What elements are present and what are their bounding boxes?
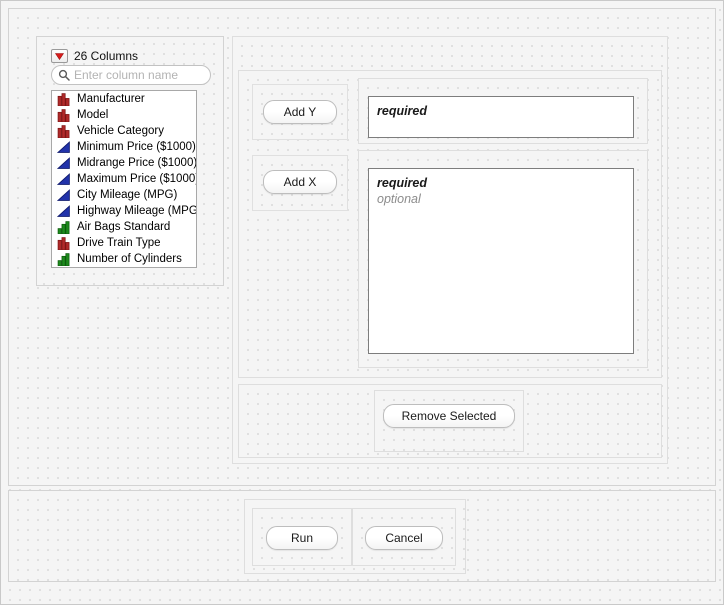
list-item[interactable]: Air Bags Standard	[52, 219, 196, 235]
column-list[interactable]: Manufacturer Model Vehicle Category Minimum…	[51, 90, 197, 268]
continuous-ramp-icon	[57, 156, 71, 170]
column-label: Drive Train Type	[77, 237, 161, 249]
ordinal-bar-icon	[57, 220, 71, 234]
triangle-down-icon[interactable]	[51, 49, 68, 63]
column-label: Number of Cylinders	[77, 253, 182, 265]
column-label: Air Bags Standard	[77, 221, 171, 233]
cancel-button[interactable]: Cancel	[365, 526, 443, 550]
nominal-bar-icon	[57, 92, 71, 106]
continuous-ramp-icon	[57, 172, 71, 186]
nominal-bar-icon	[57, 236, 71, 250]
nominal-bar-icon	[57, 108, 71, 122]
y-dropzone[interactable]: required	[368, 96, 634, 138]
search-input[interactable]	[74, 67, 210, 83]
list-item[interactable]: Number of Cylinders	[52, 251, 196, 267]
dropzone-hint-optional: optional	[377, 192, 421, 206]
list-item[interactable]: Highway Mileage (MPG)	[52, 203, 196, 219]
remove-selected-button[interactable]: Remove Selected	[383, 404, 515, 428]
list-item[interactable]: Manufacturer	[52, 91, 196, 107]
dialog-root: 26 Columns Manufacturer Model Vehicle Cate…	[0, 0, 724, 605]
column-label: Vehicle Category	[77, 125, 164, 137]
list-item[interactable]: Minimum Price ($1000)	[52, 139, 196, 155]
column-search-field[interactable]	[51, 65, 211, 85]
dropzone-hint-required: required	[377, 104, 428, 118]
add-y-button[interactable]: Add Y	[263, 100, 337, 124]
column-label: Midrange Price ($1000)	[77, 157, 197, 169]
continuous-ramp-icon	[57, 188, 71, 202]
run-button[interactable]: Run	[266, 526, 338, 550]
list-item[interactable]: Drive Train Type	[52, 235, 196, 251]
continuous-ramp-icon	[57, 140, 71, 154]
column-label: City Mileage (MPG)	[77, 189, 178, 201]
list-item[interactable]: Model	[52, 107, 196, 123]
column-label: Manufacturer	[77, 93, 145, 105]
list-item[interactable]: Maximum Price ($1000)	[52, 171, 196, 187]
x-dropzone[interactable]: required optional	[368, 168, 634, 354]
column-label: Model	[77, 109, 109, 121]
continuous-ramp-icon	[57, 204, 71, 218]
column-label: Maximum Price ($1000)	[77, 173, 197, 185]
column-label: Highway Mileage (MPG)	[77, 205, 197, 217]
ordinal-bar-icon	[57, 252, 71, 266]
search-icon	[54, 69, 74, 81]
columns-header: 26 Columns	[51, 49, 138, 63]
dropzone-hint-required: required	[377, 176, 428, 190]
list-item[interactable]: Midrange Price ($1000)	[52, 155, 196, 171]
list-item[interactable]: Vehicle Category	[52, 123, 196, 139]
list-item[interactable]: City Mileage (MPG)	[52, 187, 196, 203]
columns-panel: 26 Columns Manufacturer Model Vehicle Cate…	[36, 36, 224, 286]
add-x-button[interactable]: Add X	[263, 170, 337, 194]
columns-count-label: 26 Columns	[74, 49, 139, 63]
nominal-bar-icon	[57, 124, 71, 138]
column-label: Minimum Price ($1000)	[77, 141, 196, 153]
